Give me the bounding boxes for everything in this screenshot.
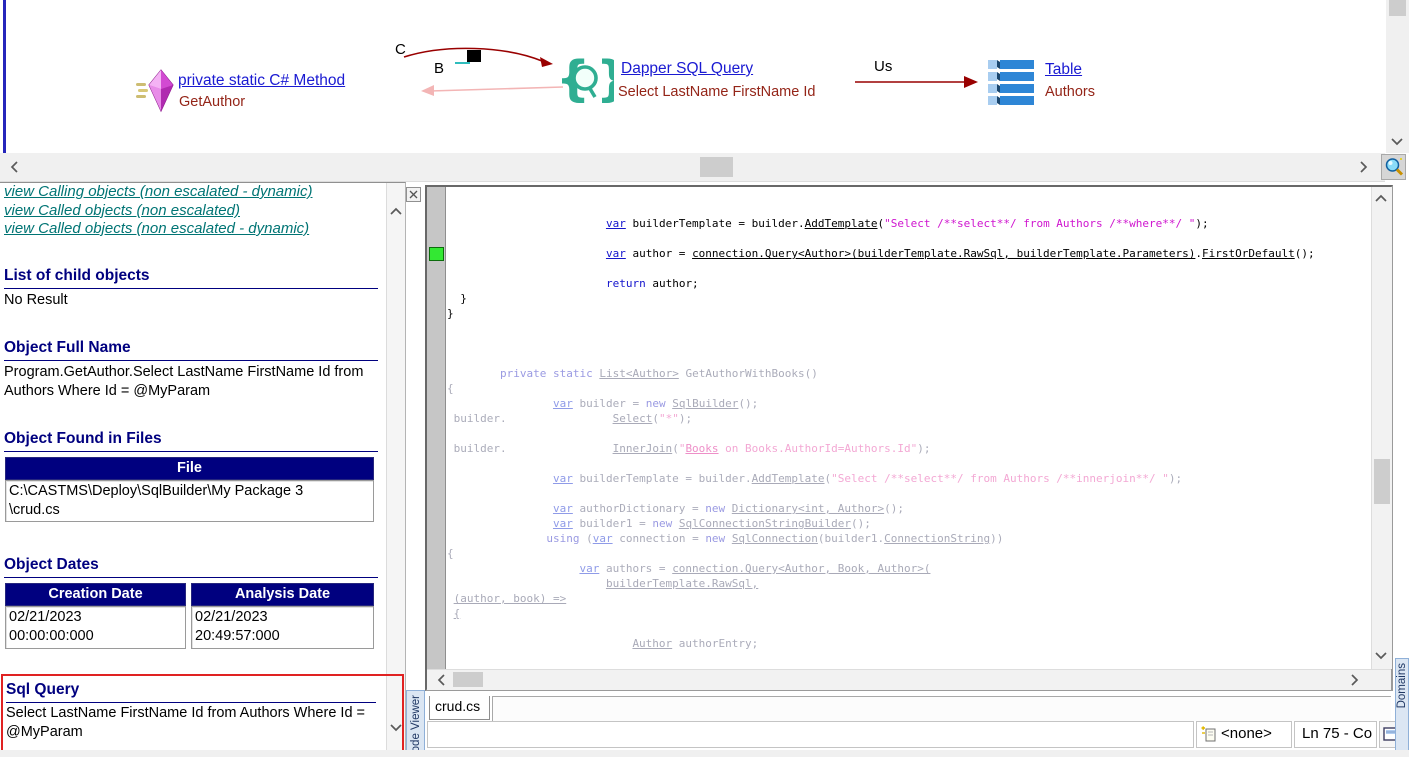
- new-document-icon: [1201, 726, 1218, 743]
- creation-date-header: Creation Date: [5, 583, 186, 606]
- code-vscroll-thumb[interactable]: [1374, 459, 1390, 504]
- creation-date-cell: 02/21/2023 00:00:00:000: [5, 606, 186, 649]
- window-bottom-edge: [0, 750, 1409, 757]
- tab-strip: [492, 696, 1391, 721]
- use-edge-arrowhead: [964, 76, 978, 88]
- file-path-cell: C:\CASTMS\Deploy\SqlBuilder\My Package 3…: [5, 480, 374, 522]
- sql-query-icon[interactable]: { }: [556, 52, 614, 108]
- sql-query-heading: Sql Query: [6, 681, 376, 703]
- scroll-left-icon[interactable]: [8, 160, 22, 174]
- child-objects-heading: List of child objects: [4, 267, 378, 289]
- status-message-cell: [427, 721, 1194, 748]
- diagram-vscrollbar[interactable]: [1386, 0, 1409, 153]
- magnifier-icon: [1384, 157, 1404, 177]
- edge-label-us: Us: [874, 58, 892, 75]
- table-icon[interactable]: [986, 58, 1038, 108]
- call-edge-arrowhead: [540, 57, 553, 67]
- diagram-vscroll-thumb[interactable]: [1389, 0, 1406, 16]
- edge-selection-handle[interactable]: [467, 50, 481, 62]
- code-vscrollbar[interactable]: [1371, 187, 1392, 669]
- scroll-right-icon[interactable]: [1356, 160, 1370, 174]
- node-query-name: Select LastName FirstName Id: [618, 84, 815, 100]
- csharp-method-icon[interactable]: [136, 68, 178, 114]
- code-gutter[interactable]: [427, 187, 446, 669]
- diagram-canvas[interactable]: C B Us private static C# Method GetAutho…: [0, 0, 1409, 153]
- node-method-link[interactable]: private static C# Method: [178, 72, 345, 90]
- view-called-objects-link[interactable]: view Called objects (non escalated): [4, 202, 240, 219]
- found-in-files-heading: Object Found in Files: [4, 430, 378, 452]
- close-icon: [409, 190, 418, 199]
- diagram-hscroll-thumb[interactable]: [700, 157, 733, 177]
- view-called-objects-dynamic-link[interactable]: view Called objects (non escalated - dyn…: [4, 220, 309, 237]
- tab-domains[interactable]: Domains: [1395, 658, 1409, 757]
- node-query-link[interactable]: Dapper SQL Query: [621, 60, 753, 78]
- diagram-hscrollbar[interactable]: [0, 153, 1385, 182]
- file-column-header: File: [5, 457, 374, 480]
- scroll-right-icon[interactable]: [1347, 673, 1361, 687]
- code-hscrollbar[interactable]: [427, 669, 1391, 690]
- scroll-left-icon[interactable]: [435, 673, 449, 687]
- edge-label-c: C: [395, 41, 406, 58]
- svg-text:}: }: [596, 52, 614, 107]
- code-viewer-panel: var builderTemplate = builder.AddTemplat…: [425, 185, 1393, 691]
- left-panel-scrollbar[interactable]: [386, 183, 406, 754]
- edge-label-b: B: [434, 60, 444, 77]
- scroll-up-icon[interactable]: [1374, 192, 1388, 206]
- object-dates-heading: Object Dates: [4, 556, 378, 578]
- child-objects-value: No Result: [4, 291, 68, 310]
- object-properties-panel: view Calling objects (non escalated - dy…: [0, 182, 406, 754]
- tab-code-viewer[interactable]: Code Viewer: [406, 690, 425, 757]
- return-edge-arrowhead: [421, 85, 434, 96]
- view-calling-objects-link[interactable]: view Calling objects (non escalated - dy…: [4, 183, 312, 200]
- scroll-down-icon[interactable]: [1374, 648, 1388, 662]
- code-hscroll-thumb[interactable]: [453, 672, 483, 687]
- scroll-down-icon[interactable]: [1390, 134, 1404, 148]
- full-name-value: Program.GetAuthor.Select LastName FirstN…: [4, 363, 386, 401]
- bookmark-marker: [429, 247, 444, 261]
- status-line-col-cell: Ln 75 - Co: [1294, 721, 1377, 748]
- sql-query-value: Select LastName FirstName Id from Author…: [6, 704, 386, 742]
- code-editor[interactable]: var builderTemplate = builder.AddTemplat…: [447, 216, 1369, 666]
- node-method-name: GetAuthor: [179, 94, 245, 110]
- node-table-link[interactable]: Table: [1045, 61, 1082, 79]
- close-button[interactable]: [406, 187, 421, 202]
- status-selection-cell: <none>: [1196, 721, 1292, 748]
- full-name-heading: Object Full Name: [4, 339, 378, 361]
- return-edge[interactable]: [430, 87, 563, 91]
- code-viewer-tab-label: Code Viewer: [410, 695, 422, 757]
- scroll-up-icon[interactable]: [389, 205, 403, 219]
- tab-crud-cs[interactable]: crud.cs: [429, 696, 490, 720]
- domains-tab-label: Domains: [1396, 663, 1408, 708]
- analysis-date-header: Analysis Date: [191, 583, 374, 606]
- scroll-down-icon[interactable]: [389, 720, 403, 734]
- node-table-name: Authors: [1045, 84, 1095, 100]
- zoom-button[interactable]: [1381, 154, 1406, 180]
- analysis-date-cell: 02/21/2023 20:49:57:000: [191, 606, 374, 649]
- status-none-label: <none>: [1221, 725, 1272, 742]
